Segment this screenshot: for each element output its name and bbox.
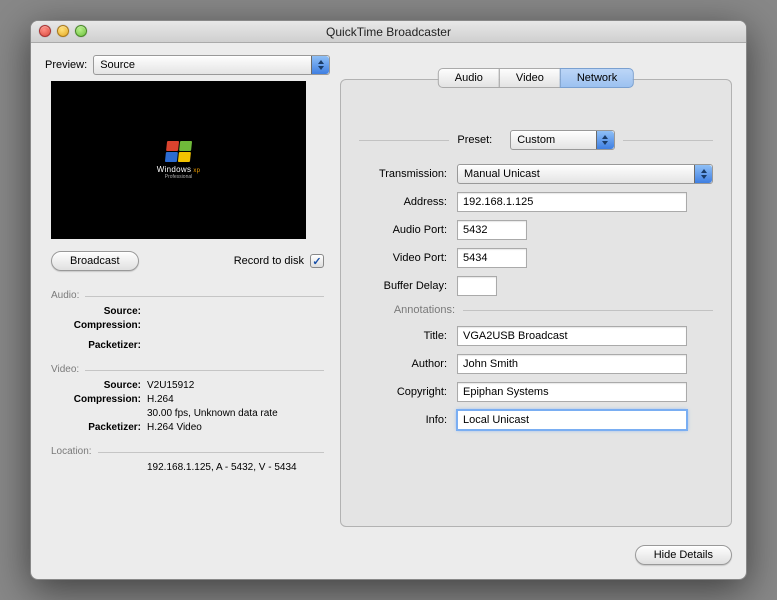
preset-select-value: Custom — [517, 134, 555, 146]
tab-network[interactable]: Network — [560, 68, 634, 88]
preview-label: Preview: — [45, 59, 87, 71]
zoom-icon[interactable] — [75, 25, 87, 37]
preview-logo-sub: Professional — [165, 174, 193, 180]
close-icon[interactable] — [39, 25, 51, 37]
video-port-input[interactable] — [457, 248, 527, 268]
transmission-label: Transmission: — [359, 168, 457, 180]
transmission-select-value: Manual Unicast — [464, 168, 540, 180]
address-label: Address: — [359, 196, 457, 208]
settings-tabs: Audio Video Network — [438, 68, 634, 88]
address-input[interactable] — [457, 192, 687, 212]
preview-screen: Windows xp Professional — [51, 81, 306, 239]
app-window: QuickTime Broadcaster Preview: Source — [30, 20, 747, 580]
hide-details-button[interactable]: Hide Details — [635, 545, 732, 565]
annotations-label: Annotations: — [359, 304, 455, 316]
preview-select-value: Source — [100, 59, 135, 71]
broadcast-button[interactable]: Broadcast — [51, 251, 139, 271]
title-input[interactable] — [457, 326, 687, 346]
titlebar[interactable]: QuickTime Broadcaster — [31, 21, 746, 43]
video-info-header: Video: — [51, 363, 324, 377]
preset-select[interactable]: Custom — [510, 130, 614, 150]
audio-port-label: Audio Port: — [359, 224, 457, 236]
audio-info-group: Audio: Source: Compression: Packetizer: — [51, 283, 324, 353]
buffer-delay-input[interactable] — [457, 276, 497, 296]
transmission-select[interactable]: Manual Unicast — [457, 164, 713, 184]
location-info-group: Location: 192.168.1.125, A - 5432, V - 5… — [51, 439, 324, 475]
settings-panel: Audio Video Network Preset: Custom — [340, 79, 732, 527]
audio-info-header: Audio: — [51, 289, 324, 303]
record-to-disk-checkbox[interactable]: ✓ — [310, 254, 324, 268]
chevrons-icon — [596, 131, 614, 149]
info-label: Info: — [359, 414, 457, 426]
location-info-header: Location: — [51, 445, 324, 459]
traffic-lights — [39, 25, 87, 37]
preview-select[interactable]: Source — [93, 55, 330, 75]
author-label: Author: — [359, 358, 457, 370]
video-info-group: Video: Source:V2U15912 Compression:H.264… — [51, 357, 324, 435]
copyright-label: Copyright: — [359, 386, 457, 398]
footer: Hide Details — [45, 545, 732, 565]
chevrons-icon — [311, 56, 329, 74]
video-port-label: Video Port: — [359, 252, 457, 264]
buffer-delay-label: Buffer Delay: — [359, 280, 457, 292]
minimize-icon[interactable] — [57, 25, 69, 37]
preset-label: Preset: — [457, 134, 502, 146]
info-input[interactable] — [457, 410, 687, 430]
left-column: Preview: Source Windows xp Professional — [45, 53, 330, 527]
upper-area: Preview: Source Windows xp Professional — [45, 53, 732, 527]
content-area: Preview: Source Windows xp Professional — [31, 43, 746, 579]
windows-flag-icon — [165, 141, 192, 162]
tab-audio[interactable]: Audio — [438, 68, 500, 88]
title-label: Title: — [359, 330, 457, 342]
record-to-disk-label: Record to disk — [234, 255, 304, 267]
preview-logo-sup: xp — [193, 168, 200, 174]
window-title: QuickTime Broadcaster — [326, 25, 451, 39]
chevrons-icon — [694, 165, 712, 183]
preview-logo-text: Windows — [157, 165, 192, 174]
author-input[interactable] — [457, 354, 687, 374]
right-column: Audio Video Network Preset: Custom — [340, 53, 732, 527]
audio-port-input[interactable] — [457, 220, 527, 240]
copyright-input[interactable] — [457, 382, 687, 402]
tab-video[interactable]: Video — [499, 68, 561, 88]
